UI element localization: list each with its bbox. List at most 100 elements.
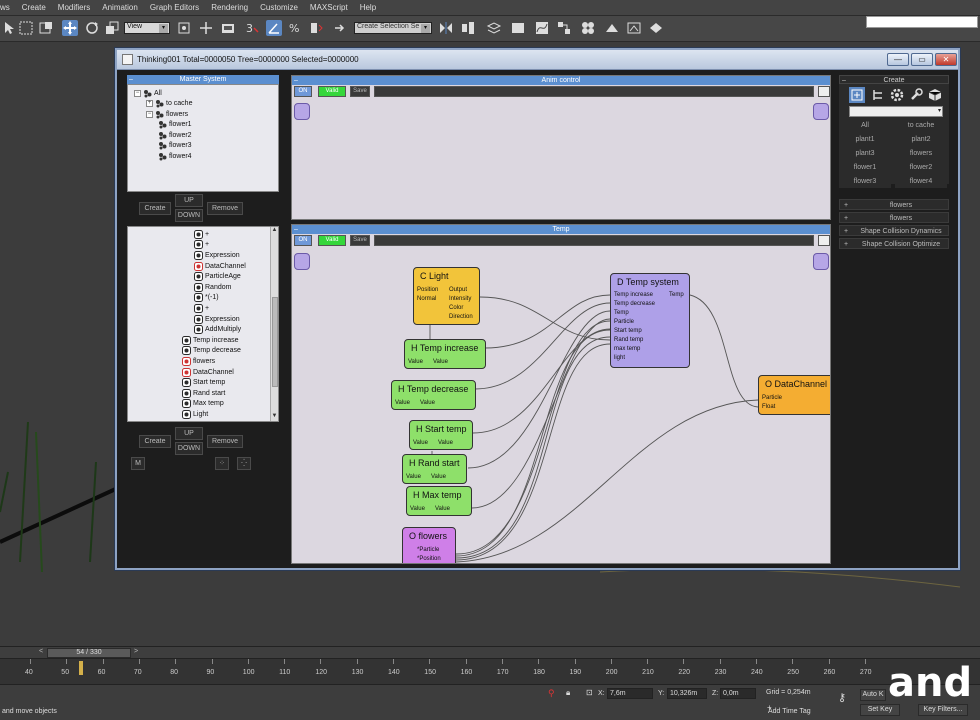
create-button-plant3[interactable]: plant3 xyxy=(839,148,891,160)
anim-control-panel[interactable]: – Anim control ON Valid Save xyxy=(291,75,831,220)
menu-maxscript[interactable]: MAXScript xyxy=(304,3,354,12)
port-temp-out[interactable]: Temp xyxy=(669,292,684,298)
schematic-view-icon[interactable] xyxy=(556,20,572,36)
rollout-flowers[interactable]: + flowers xyxy=(839,199,949,210)
rollout-flowers[interactable]: + flowers xyxy=(839,212,949,223)
create-button-plant2[interactable]: plant2 xyxy=(895,134,947,146)
rollout-shape-collision-optimize[interactable]: + Shape Collision Optimize xyxy=(839,238,949,249)
operator-list-item[interactable]: Light xyxy=(182,409,208,420)
menu-ws[interactable]: ws xyxy=(0,3,16,12)
port-float[interactable]: Float xyxy=(762,404,775,410)
node-h-temp-decrease[interactable]: H Temp decrease Value Value xyxy=(391,380,476,410)
scroll-down-icon[interactable]: ▼ xyxy=(271,413,278,421)
rollout-shape-collision-dynamics[interactable]: + Shape Collision Dynamics xyxy=(839,225,949,236)
expand-toggle-icon[interactable]: − xyxy=(134,89,141,97)
port-value-out[interactable]: Value xyxy=(438,440,453,446)
operator-list-item[interactable]: Max temp xyxy=(182,399,224,410)
valid-toggle[interactable]: Valid xyxy=(318,86,346,97)
input-port-pad[interactable] xyxy=(294,103,310,120)
gear-icon[interactable] xyxy=(889,87,905,103)
wrench-icon[interactable] xyxy=(908,87,924,103)
port-value-out[interactable]: Value xyxy=(433,359,448,365)
expand-toggle-icon[interactable]: + xyxy=(146,100,153,107)
port-temp-increase[interactable]: Temp increase xyxy=(614,292,653,298)
on-toggle[interactable]: ON xyxy=(294,86,312,97)
menu-customize[interactable]: Customize xyxy=(254,3,304,12)
create-node-icon[interactable] xyxy=(849,87,865,103)
node-o-datachannel[interactable]: O DataChannel Particle Float xyxy=(758,375,830,415)
z-coordinate-field[interactable]: 0,0m xyxy=(720,688,756,699)
operator-list-item[interactable]: DataChannel xyxy=(194,261,246,272)
operator-list-item[interactable]: Expression xyxy=(194,250,240,261)
create-button-flower1[interactable]: flower1 xyxy=(839,162,891,174)
master-system-tree[interactable]: − All + to cache − flowers flower1 flower2 flowe… xyxy=(127,84,279,192)
port-value-in[interactable]: Value xyxy=(413,440,428,446)
operator-list-item[interactable]: + xyxy=(194,303,209,314)
remove-system-button[interactable]: Remove xyxy=(207,202,243,215)
search-input[interactable] xyxy=(866,16,978,28)
node-h-rand-start[interactable]: H Rand start Value Value xyxy=(402,454,467,484)
curve-editor-icon[interactable] xyxy=(534,20,550,36)
port-value-out[interactable]: Value xyxy=(435,506,450,512)
fit-view-icon[interactable] xyxy=(818,86,830,97)
time-slider[interactable]: < 54 / 330 > xyxy=(0,646,980,658)
master-system-header[interactable]: – Master System xyxy=(127,75,279,84)
select-object-icon[interactable] xyxy=(2,20,18,36)
create-button-to-cache[interactable]: to cache xyxy=(895,120,947,132)
ungroup-icon[interactable]: ⁛ xyxy=(237,457,251,470)
port-max-temp[interactable]: max temp xyxy=(614,346,640,352)
expand-toggle-icon[interactable]: − xyxy=(146,110,153,118)
align-icon[interactable] xyxy=(460,20,476,36)
operator-list-item[interactable]: + xyxy=(194,240,209,251)
operator-list-item[interactable]: Expression xyxy=(194,314,240,325)
node-d-temp-system[interactable]: D Temp system Temp increase Temp decreas… xyxy=(610,273,690,368)
create-system-button[interactable]: Create xyxy=(139,202,171,215)
percent-snap-icon[interactable]: % xyxy=(288,20,304,36)
create-button-plant1[interactable]: plant1 xyxy=(839,134,891,146)
temp-panel[interactable]: – Temp ON Valid Save C Light Position No… xyxy=(291,224,831,564)
port-position[interactable]: *Position xyxy=(417,556,441,562)
time-slider-knob[interactable]: 54 / 330 xyxy=(47,648,131,658)
move-down-button[interactable]: DOWN xyxy=(175,209,203,222)
port-value-out[interactable]: Value xyxy=(431,474,446,480)
operator-list-item[interactable]: DataChannel xyxy=(182,367,234,378)
node-h-temp-increase[interactable]: H Temp increase Value Value xyxy=(404,339,486,369)
output-port-pad[interactable] xyxy=(813,103,829,120)
create-button-flower2[interactable]: flower2 xyxy=(895,162,947,174)
tree-item[interactable]: flower2 xyxy=(158,130,192,140)
operator-list-scrollbar[interactable]: ▲ ▼ xyxy=(270,227,278,421)
port-position[interactable]: Position xyxy=(417,287,438,293)
create-panel-header[interactable]: – Create xyxy=(839,75,949,84)
scroll-up-icon[interactable]: ▲ xyxy=(271,227,278,235)
lock-icon[interactable]: 🔒︎ xyxy=(566,688,575,698)
port-start-temp[interactable]: Start temp xyxy=(614,328,642,334)
angle-snap-icon[interactable] xyxy=(266,20,282,36)
move-up-button[interactable]: UP xyxy=(175,194,203,207)
render-setup-icon[interactable] xyxy=(604,20,620,36)
pin-icon[interactable]: ⚲ xyxy=(548,688,556,698)
named-selection-set-select[interactable]: Create Selection Se ▾ xyxy=(354,22,432,34)
rendered-frame-icon[interactable] xyxy=(626,20,642,36)
maximize-button[interactable]: ▭ xyxy=(911,53,933,66)
collapse-icon[interactable]: – xyxy=(294,76,298,85)
add-time-tag-button[interactable]: Add Time Tag xyxy=(768,708,811,715)
remove-operator-button[interactable]: Remove xyxy=(207,435,243,448)
node-h-start-temp[interactable]: H Start temp Value Value xyxy=(409,420,473,450)
scroll-thumb[interactable] xyxy=(272,297,278,387)
next-frame-icon[interactable]: > xyxy=(134,648,138,655)
material-editor-icon[interactable] xyxy=(580,20,596,36)
menu-animation[interactable]: Animation xyxy=(96,3,144,12)
reference-coordinate-select[interactable]: View ▾ xyxy=(124,22,170,34)
layer-manager-icon[interactable] xyxy=(486,20,502,36)
create-type-dropdown[interactable]: ▾ xyxy=(849,106,943,117)
prev-frame-icon[interactable]: < xyxy=(39,648,43,655)
port-normal[interactable]: Normal xyxy=(417,296,436,302)
operator-list-item[interactable]: Rand start xyxy=(182,388,225,399)
port-intensity[interactable]: Intensity xyxy=(449,296,471,302)
port-particle[interactable]: Particle xyxy=(614,319,634,325)
spinner-snap-icon[interactable] xyxy=(308,20,324,36)
port-rand-temp[interactable]: Rand temp xyxy=(614,337,643,343)
port-output[interactable]: Output xyxy=(449,287,467,293)
node-c-light[interactable]: C Light Position Normal Output Intensity… xyxy=(413,267,480,325)
tree-item[interactable]: − flowers xyxy=(146,109,188,119)
